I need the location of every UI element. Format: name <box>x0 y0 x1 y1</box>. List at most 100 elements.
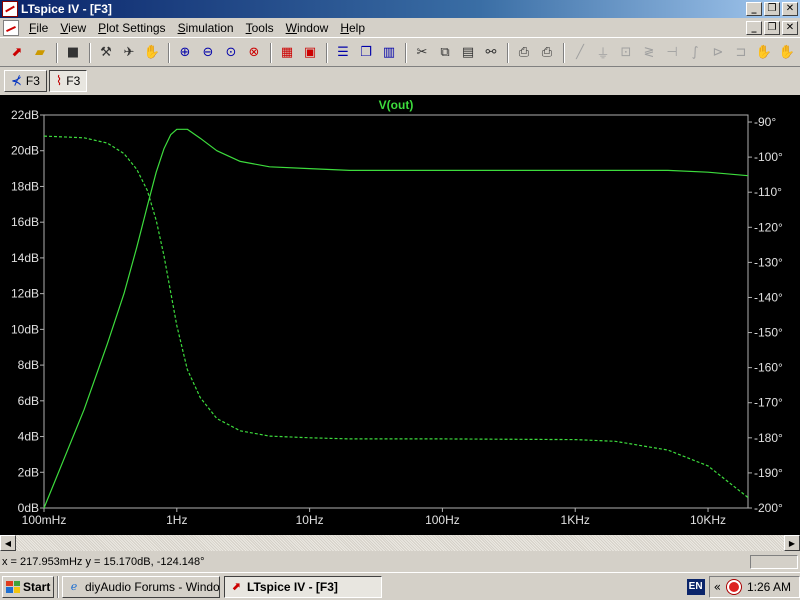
task-label: LTspice IV - [F3] <box>247 579 338 594</box>
taskbar-item-diyaudio[interactable]: ℯ diyAudio Forums - Windo... <box>62 575 220 598</box>
window-controls: _ ❐ ✕ <box>746 2 798 16</box>
cut-icon[interactable]: ✂ <box>411 42 433 64</box>
toolbar-separator <box>507 42 509 63</box>
x-tick-label: 1Hz <box>166 513 187 527</box>
waveform-plot-pane[interactable]: V(out) 0dB 2dB 4dB 6dB 8dB 10dB 12dB 14dB 16dB 18d… <box>0 95 800 535</box>
show-hidden-icons-icon[interactable]: « <box>714 580 721 594</box>
menu-bar: File View Plot Settings Simulation Tools… <box>0 18 800 38</box>
x-tick-label: 10KHz <box>690 513 726 527</box>
scroll-track[interactable] <box>16 535 784 551</box>
tab-label: F3 <box>66 74 81 88</box>
open-folder-icon[interactable]: ▰ <box>29 42 51 64</box>
schematic-icon: ⊀ <box>11 73 22 89</box>
draw-wire-icon[interactable]: ╱ <box>569 42 591 64</box>
taskbar-item-ltspice[interactable]: ⬈ LTspice IV - [F3] <box>224 575 382 598</box>
run-icon[interactable]: ✈ <box>118 42 140 64</box>
document-window-controls: _ ❐ ✕ <box>746 21 798 35</box>
tab-schematic-f3[interactable]: ⊀ F3 <box>4 70 47 92</box>
fft-icon[interactable]: ▣ <box>299 42 321 64</box>
y-right-tick-label: -90° <box>754 115 776 129</box>
bode-plot-chart[interactable]: V(out)0dB2dB4dB6dB8dB10dB12dB14dB16dB18d… <box>0 95 800 535</box>
magnitude-series-line <box>43 128 749 509</box>
halt-hand-icon[interactable]: ✋ <box>141 42 163 64</box>
capacitor-icon[interactable]: ⊣ <box>661 42 683 64</box>
ltspice-app-icon[interactable] <box>2 1 18 17</box>
document-icon[interactable] <box>3 19 19 36</box>
tile-horizontal-icon[interactable]: ☰ <box>332 42 354 64</box>
zoom-fit-icon[interactable]: ⊙ <box>220 42 242 64</box>
toolbar-separator <box>168 42 170 63</box>
scroll-right-button[interactable]: ▶ <box>784 535 800 551</box>
tab-waveform-f3[interactable]: ⌇ F3 <box>48 70 88 92</box>
status-panel <box>750 555 798 569</box>
ground-icon[interactable]: ⏚ <box>592 42 614 64</box>
y-left-tick-label: 12dB <box>11 287 39 301</box>
window-title: LTspice IV - [F3] <box>21 2 112 16</box>
toolbar-separator <box>326 42 328 63</box>
resistor-icon[interactable]: ≷ <box>638 42 660 64</box>
doc-minimize-button[interactable]: _ <box>746 21 762 35</box>
y-right-tick-label: -130° <box>754 255 783 269</box>
restore-button[interactable]: ❐ <box>764 2 780 16</box>
x-tick-label: 1KHz <box>561 513 590 527</box>
browser-icon: ℯ <box>70 579 78 593</box>
start-label: Start <box>23 579 51 594</box>
task-label: diyAudio Forums - Windo... <box>85 579 220 594</box>
component-icon[interactable]: ⊐ <box>730 42 752 64</box>
toolbar-separator <box>270 42 272 63</box>
cascade-icon[interactable]: ❐ <box>355 42 377 64</box>
status-bar: x = 217.953mHz y = 15.170dB, -124.148° <box>0 553 800 571</box>
doc-restore-button[interactable]: ❐ <box>764 21 780 35</box>
zoom-out-icon[interactable]: ⊖ <box>197 42 219 64</box>
minimize-button[interactable]: _ <box>746 2 762 16</box>
ltspice-icon: ⬈ <box>231 579 241 593</box>
move-hand-icon[interactable]: ✋ <box>753 42 775 64</box>
y-right-tick-label: -100° <box>754 150 783 164</box>
phase-series-line <box>43 135 749 498</box>
title-bar[interactable]: LTspice IV - [F3] _ ❐ ✕ <box>0 0 800 18</box>
doc-close-button[interactable]: ✕ <box>782 21 798 35</box>
menu-tools[interactable]: Tools <box>240 21 280 35</box>
scroll-left-button[interactable]: ◀ <box>0 535 16 551</box>
tray-app-icon[interactable] <box>726 579 741 594</box>
menu-view[interactable]: View <box>54 21 92 35</box>
menu-plot-settings[interactable]: Plot Settings <box>92 21 171 35</box>
print-icon[interactable]: ⎙ <box>536 42 558 64</box>
menu-simulation[interactable]: Simulation <box>172 21 240 35</box>
copy-icon[interactable]: ⧉ <box>434 42 456 64</box>
horizontal-scrollbar[interactable]: ◀ ▶ <box>0 535 800 551</box>
menu-help[interactable]: Help <box>334 21 371 35</box>
system-tray: « 1:26 AM <box>708 575 800 598</box>
y-left-tick-label: 18dB <box>11 179 39 193</box>
label-net-icon[interactable]: ⊡ <box>615 42 637 64</box>
save-icon[interactable]: ■ <box>62 42 84 64</box>
menu-window[interactable]: Window <box>280 21 335 35</box>
y-right-tick-label: -140° <box>754 290 783 304</box>
menu-file[interactable]: File <box>23 21 54 35</box>
zoom-in-icon[interactable]: ⊕ <box>174 42 196 64</box>
plot-frame <box>43 114 749 509</box>
y-right-tick-label: -190° <box>754 466 783 480</box>
start-button[interactable]: Start <box>2 575 54 598</box>
autorange-icon[interactable]: ▦ <box>276 42 298 64</box>
y-right-tick-label: -150° <box>754 326 783 340</box>
y-left-tick-label: 2dB <box>18 465 39 479</box>
new-schematic-icon[interactable]: ⬈ <box>6 42 28 64</box>
print-preview-icon[interactable]: ⎙ <box>513 42 535 64</box>
x-tick-label: 100Hz <box>425 513 460 527</box>
zoom-cancel-icon[interactable]: ⊗ <box>243 42 265 64</box>
taskbar-separator <box>57 575 59 598</box>
language-indicator[interactable]: EN <box>686 578 705 595</box>
find-binoculars-icon[interactable]: ⚯ <box>480 42 502 64</box>
tile-vertical-icon[interactable]: ▥ <box>378 42 400 64</box>
paste-icon[interactable]: ▤ <box>457 42 479 64</box>
language-area: EN <box>686 578 705 595</box>
document-tabs: ⊀ F3 ⌇ F3 <box>0 69 800 93</box>
close-button[interactable]: ✕ <box>782 2 798 16</box>
y-left-tick-label: 6dB <box>18 394 39 408</box>
control-panel-hammer-icon[interactable]: ⚒ <box>95 42 117 64</box>
waveform-icon: ⌇ <box>55 73 63 89</box>
drag-hand-icon[interactable]: ✋ <box>776 42 798 64</box>
diode-icon[interactable]: ⊳ <box>707 42 729 64</box>
inductor-icon[interactable]: ∫ <box>684 42 706 64</box>
